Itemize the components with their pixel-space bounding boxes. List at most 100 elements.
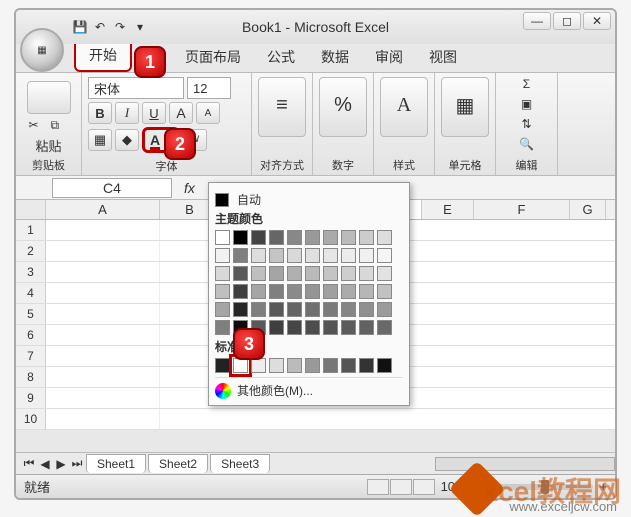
color-swatch[interactable] [341,284,356,299]
cell[interactable] [46,283,160,303]
sheet-nav-last-icon[interactable]: ⏭ [70,456,84,471]
row-header[interactable]: 4 [16,283,46,303]
color-swatch[interactable] [269,320,284,335]
color-swatch[interactable] [287,320,302,335]
color-swatch[interactable] [269,358,284,373]
cell[interactable] [46,409,160,429]
color-swatch[interactable] [377,358,392,373]
paste-button[interactable] [27,81,71,114]
color-swatch[interactable] [323,230,338,245]
shrink-font-button[interactable]: A [196,102,220,124]
color-swatch[interactable] [305,266,320,281]
row-header[interactable]: 2 [16,241,46,261]
color-swatch[interactable] [215,266,230,281]
tab-review[interactable]: 审阅 [362,42,416,72]
row-header[interactable]: 9 [16,388,46,408]
color-swatch[interactable] [305,248,320,263]
color-swatch[interactable] [251,230,266,245]
color-swatch[interactable] [269,266,284,281]
col-header[interactable]: F [474,200,570,219]
color-swatch[interactable] [341,302,356,317]
color-swatch[interactable] [305,320,320,335]
row-header[interactable]: 1 [16,220,46,240]
color-swatch[interactable] [341,230,356,245]
color-swatch-selected[interactable] [233,358,248,373]
color-swatch[interactable] [269,248,284,263]
row-header[interactable]: 8 [16,367,46,387]
sheet-nav-next-icon[interactable]: ▶ [54,457,68,471]
font-size-box[interactable]: 12 [187,77,231,99]
row-header[interactable]: 6 [16,325,46,345]
color-swatch[interactable] [377,284,392,299]
color-swatch[interactable] [251,302,266,317]
color-swatch[interactable] [233,248,248,263]
styles-button[interactable]: A [380,77,428,137]
color-swatch[interactable] [287,248,302,263]
color-swatch[interactable] [323,320,338,335]
number-button[interactable]: % [319,77,367,137]
color-swatch[interactable] [251,358,266,373]
normal-view-button[interactable] [367,479,389,495]
row-header[interactable]: 7 [16,346,46,366]
tab-page-layout[interactable]: 页面布局 [172,42,254,72]
color-swatch[interactable] [233,230,248,245]
color-swatch[interactable] [251,266,266,281]
sheet-tab[interactable]: Sheet2 [148,454,208,473]
color-swatch[interactable] [305,302,320,317]
color-swatch[interactable] [359,230,374,245]
color-swatch[interactable] [341,248,356,263]
col-header[interactable]: G [570,200,606,219]
color-swatch[interactable] [287,302,302,317]
sheet-nav-prev-icon[interactable]: ◀ [38,457,52,471]
color-swatch[interactable] [251,248,266,263]
find-icon[interactable]: 🔍 [519,137,534,151]
color-swatch[interactable] [377,320,392,335]
italic-button[interactable]: I [115,102,139,124]
color-swatch[interactable] [377,302,392,317]
color-swatch[interactable] [215,284,230,299]
cell[interactable] [46,346,160,366]
horizontal-scrollbar[interactable] [435,457,615,471]
color-swatch[interactable] [251,284,266,299]
sheet-tab[interactable]: Sheet3 [210,454,270,473]
cell[interactable] [46,367,160,387]
grow-font-button[interactable]: A [169,102,193,124]
row-header[interactable]: 5 [16,304,46,324]
color-swatch[interactable] [323,358,338,373]
color-swatch[interactable] [305,358,320,373]
tab-data[interactable]: 数据 [308,42,362,72]
more-colors-row[interactable]: 其他颜色(M)... [215,377,403,399]
color-swatch[interactable] [233,266,248,281]
fill-color-button[interactable]: ◆ [115,129,139,151]
color-swatch[interactable] [215,302,230,317]
color-swatch[interactable] [305,230,320,245]
color-swatch[interactable] [341,320,356,335]
office-button[interactable]: ▦ [20,28,64,72]
color-swatch[interactable] [287,284,302,299]
col-header[interactable]: E [422,200,474,219]
name-box[interactable]: C4 [52,178,172,198]
copy-icon[interactable]: ⧉ [51,118,69,136]
color-swatch[interactable] [287,266,302,281]
color-swatch[interactable] [215,248,230,263]
cut-icon[interactable]: ✂ [29,118,47,136]
page-break-view-button[interactable] [413,479,435,495]
color-swatch[interactable] [323,248,338,263]
save-icon[interactable]: 💾 [72,19,88,35]
redo-icon[interactable]: ↷ [112,19,128,35]
color-swatch[interactable] [233,284,248,299]
cell[interactable] [46,220,160,240]
color-swatch[interactable] [323,284,338,299]
cell[interactable] [46,241,160,261]
color-swatch[interactable] [269,230,284,245]
cell[interactable] [46,325,160,345]
color-swatch[interactable] [377,266,392,281]
color-swatch[interactable] [359,358,374,373]
fx-label[interactable]: fx [184,180,195,196]
select-all-corner[interactable] [16,200,46,219]
color-swatch[interactable] [323,266,338,281]
color-swatch[interactable] [305,284,320,299]
color-swatch[interactable] [215,230,230,245]
maximize-button[interactable]: ◻ [553,12,581,30]
undo-icon[interactable]: ↶ [92,19,108,35]
